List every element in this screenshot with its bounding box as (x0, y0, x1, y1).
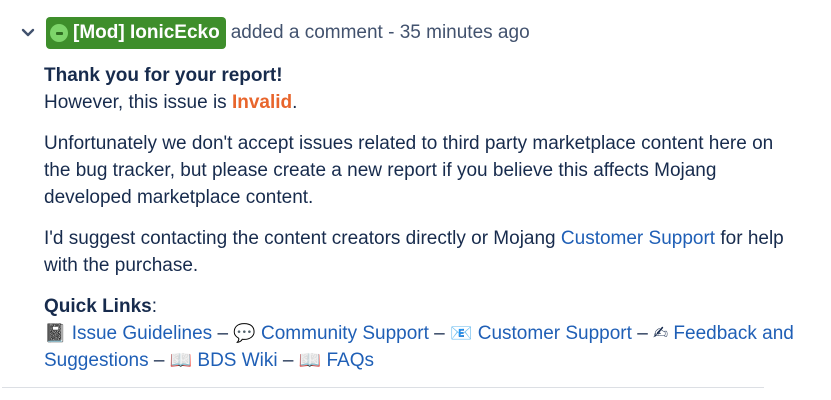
book-icon: 📖 (169, 350, 193, 371)
paragraph-third-party: Unfortunately we don't accept issues rel… (44, 133, 774, 208)
suggest-prefix: I'd suggest contacting the content creat… (44, 228, 561, 249)
faqs-link[interactable]: FAQs (326, 350, 374, 371)
author-name: [Mod] IonicEcko (73, 22, 220, 43)
quick-links-label: Quick Links (44, 296, 152, 317)
invalid-word: Invalid (231, 92, 293, 113)
customer-support-link[interactable]: Customer Support (561, 228, 715, 249)
quick-links: Quick Links: 📓 Issue Guidelines – 💬 Comm… (44, 293, 804, 374)
book-icon: 📖 (298, 350, 322, 371)
bds-wiki-link[interactable]: BDS Wiki (197, 350, 277, 371)
speech-bubble-icon: 💬 (233, 323, 256, 344)
comment-body: Thank you for your report! However, this… (44, 62, 804, 388)
separator: – (428, 323, 451, 344)
separator: – (148, 350, 170, 371)
status-dot-icon (50, 24, 68, 42)
chevron-down-icon[interactable] (18, 23, 38, 43)
separator: – (631, 323, 654, 344)
separator: – (212, 323, 234, 344)
comment-block: [Mod] IonicEcko added a comment - 35 min… (0, 0, 831, 400)
comment-action-text: added a comment - 35 minutes ago (230, 22, 530, 43)
invalid-suffix: . (292, 92, 298, 113)
writing-hand-icon: ✍ (653, 323, 669, 344)
envelope-icon: 📧 (450, 323, 473, 344)
separator: – (277, 350, 299, 371)
community-support-link[interactable]: Community Support (261, 323, 429, 344)
customer-support-quick-link[interactable]: Customer Support (478, 323, 632, 344)
issue-guidelines-link[interactable]: Issue Guidelines (72, 323, 212, 344)
quick-links-colon: : (151, 296, 157, 317)
comment-header: [Mod] IonicEcko added a comment - 35 min… (18, 16, 530, 50)
notebook-icon: 📓 (44, 323, 67, 344)
invalid-prefix: However, this issue is (44, 92, 232, 113)
thanks-text: Thank you for your report! (44, 65, 283, 86)
divider (2, 387, 764, 388)
author-link[interactable]: [Mod] IonicEcko (46, 17, 226, 49)
